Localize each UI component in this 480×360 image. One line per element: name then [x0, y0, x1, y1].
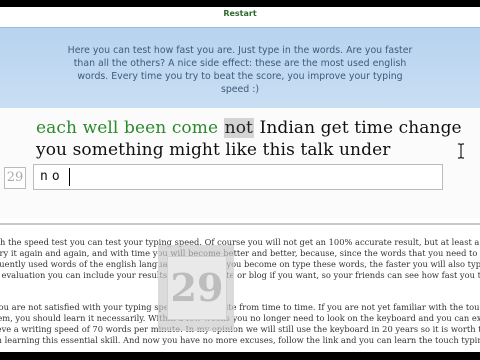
word-line-1: each well been come not Indian get time … [36, 118, 462, 138]
countdown-timer: 29 [4, 167, 26, 189]
info-line: words. Every time you try to beat the sc… [77, 71, 403, 82]
ibeam-cursor-icon [458, 143, 464, 159]
current-word: not [223, 118, 254, 138]
score-popup: 29 [158, 245, 234, 331]
article-line: e evaluation you can include your result… [0, 270, 480, 280]
info-line: Here you can test how fast you are. Just… [67, 45, 413, 56]
article-line: quently used words of the english langua… [0, 259, 480, 269]
restart-link[interactable]: Restart [0, 9, 480, 18]
article-paragraph-1: ith the speed test you can test your typ… [0, 237, 480, 281]
letterbox-top [0, 0, 480, 7]
info-line: speed :) [220, 84, 260, 95]
info-line: than all the others? A nice side effect:… [73, 58, 407, 69]
info-panel: Here you can test how fast you are. Just… [0, 27, 480, 108]
letterbox-bottom [0, 352, 480, 360]
section-divider [0, 223, 480, 225]
article-line: you are not satisfied with your typing s… [0, 302, 480, 312]
word-display: each well been come not Indian get time … [0, 108, 480, 218]
word-line-2: you something might like this talk under [36, 140, 391, 160]
upcoming-words: Indian get time change [259, 118, 462, 138]
article-paragraph-2: you are not satisfied with your typing s… [0, 302, 480, 346]
info-text: Here you can test how fast you are. Just… [60, 44, 420, 96]
typed-words: each well been come [36, 118, 219, 138]
typing-input[interactable]: no [33, 164, 443, 190]
article-line: tem, you should learn it necessarily. Wi… [0, 313, 480, 323]
article-line: Try it again and again, and with time yo… [0, 248, 480, 258]
article-line: in learning this essential skill. And no… [0, 335, 480, 345]
score-value: 29 [167, 256, 227, 320]
text-caret [69, 168, 70, 186]
article-line: ieve a writing speed of 70 words per min… [0, 324, 480, 334]
typing-test-page: Restart Here you can test how fast you a… [0, 0, 480, 360]
article-line: ith the speed test you can test your typ… [0, 237, 480, 247]
